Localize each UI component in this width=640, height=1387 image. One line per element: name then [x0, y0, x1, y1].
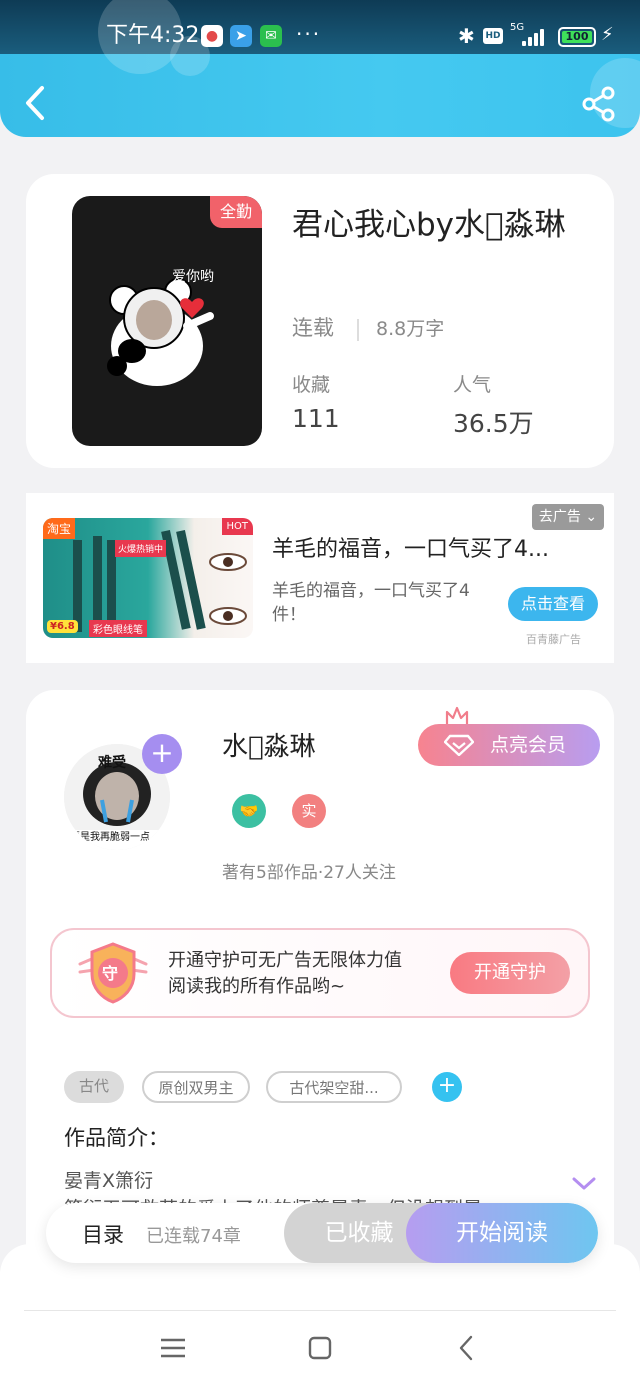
status-bar: 下午4:32 ● ➤ ✉ ··· ✱ HD 5G 100 ⚡	[0, 0, 640, 76]
send-app-icon: ➤	[230, 25, 252, 47]
back-button[interactable]	[18, 80, 54, 126]
author-name: 水𣲖淼琳	[222, 732, 316, 762]
vip-label: 点亮会员	[490, 734, 567, 756]
start-reading-button[interactable]: 开始阅读	[406, 1203, 598, 1263]
ad-title: 羊毛的福音，一口气买了4...	[272, 537, 549, 562]
charging-icon: ⚡	[601, 24, 614, 45]
bluetooth-icon: ✱	[458, 24, 475, 48]
signal-icon	[522, 28, 548, 46]
map-app-icon: ●	[201, 25, 223, 47]
panda-meme-image	[107, 278, 214, 386]
expand-chevron-down-icon[interactable]	[572, 1176, 596, 1192]
popularity-value: 36.5万	[453, 409, 534, 438]
author-works-info: 著有5部作品·27人关注	[222, 863, 396, 883]
menu-icon[interactable]	[158, 1333, 188, 1363]
ad-source: 百青藤广告	[526, 633, 581, 646]
more-notifications-icon: ···	[296, 22, 322, 46]
verified-badge[interactable]: 实	[292, 794, 326, 828]
hd-icon: HD	[483, 28, 503, 44]
follow-author-button[interactable]: +	[142, 734, 182, 774]
battery-icon: 100	[558, 27, 596, 47]
header-bar: 下午4:32 ● ➤ ✉ ··· ✱ HD 5G 100 ⚡	[0, 0, 640, 137]
guard-promo-box: 守 开通守护可无广告无限体力值 阅读我的所有作品哟~ 开通守护	[50, 928, 590, 1018]
bottom-action-bar: 目录 已连载74章 已收藏 开始阅读	[46, 1203, 598, 1263]
ad-banner[interactable]: 淘宝 HOT 火爆热销中 ¥6.8 彩色眼线笔 去广告 ⌄ 羊毛的福音，一口气买…	[26, 493, 614, 663]
ad-caption: 彩色眼线笔	[89, 620, 147, 637]
favorites-value: 111	[292, 404, 340, 433]
diamond-icon	[444, 734, 474, 756]
chevron-down-icon: ⌄	[585, 509, 598, 525]
remove-ad-label: 去广告	[538, 509, 581, 525]
intro-heading: 作品简介：	[64, 1126, 169, 1150]
open-guard-button[interactable]: 开通守护	[450, 952, 570, 994]
battery-level: 100	[562, 31, 592, 43]
tag-original-bl[interactable]: 原创双男主	[142, 1071, 250, 1103]
guard-text-line1: 开通守护可无广告无限体力值	[168, 950, 402, 971]
intro-text-line1: 晏青X箫衍	[64, 1170, 154, 1192]
status-time: 下午4:32	[106, 23, 200, 48]
system-back-icon[interactable]	[452, 1333, 482, 1363]
bottom-panel	[0, 1244, 640, 1387]
avatar-bottom-caption: 要是我再脆弱一点	[70, 832, 150, 843]
ad-image[interactable]: 淘宝 HOT 火爆热销中 ¥6.8 彩色眼线笔	[43, 518, 253, 638]
guard-icon-text: 守	[102, 964, 119, 983]
home-icon[interactable]	[305, 1333, 335, 1363]
divider	[357, 319, 359, 341]
share-button[interactable]	[578, 84, 620, 124]
remove-ad-button[interactable]: 去广告 ⌄	[532, 504, 604, 530]
book-info-card: 爱你哟 全勤 君心我心by水𣲖淼琳 连载 8.8万字 收藏 111 人气 36.…	[26, 174, 614, 468]
system-nav-divider	[24, 1310, 616, 1311]
add-tag-button[interactable]: +	[432, 1072, 462, 1102]
book-cover[interactable]: 爱你哟 全勤	[72, 196, 262, 446]
favorites-label: 收藏	[292, 374, 331, 396]
full-attendance-badge: 全勤	[210, 196, 262, 228]
ad-banner-text: 火爆热销中	[115, 540, 167, 557]
avatar-caption: 难受	[98, 755, 126, 771]
book-status: 连载	[292, 316, 334, 340]
tag-ancient[interactable]: 古代	[64, 1071, 124, 1103]
plus-icon: +	[150, 736, 174, 769]
ad-view-button[interactable]: 点击查看	[508, 587, 598, 621]
table-of-contents-button[interactable]: 目录	[82, 1219, 124, 1249]
word-count: 8.8万字	[376, 318, 445, 340]
book-title: 君心我心by水𣲖淼琳	[292, 207, 566, 243]
handshake-badge-icon[interactable]: 🤝	[232, 794, 266, 828]
share-icon	[582, 86, 615, 122]
guard-promo-text: 开通守护可无广告无限体力值 阅读我的所有作品哟~	[168, 948, 402, 1000]
wechat-icon: ✉	[260, 25, 282, 47]
ad-description: 羊毛的福音，一口气买了4件！	[272, 581, 470, 625]
ad-price-tag: ¥6.8	[47, 620, 78, 633]
tag-ancient-fantasy[interactable]: 古代架空甜...	[266, 1071, 402, 1103]
cover-caption: 爱你哟	[172, 269, 214, 285]
guard-text-line2: 阅读我的所有作品哟~	[168, 976, 346, 997]
chevron-left-icon	[26, 86, 44, 120]
vip-membership-button[interactable]: 点亮会员	[418, 724, 600, 766]
popularity-label: 人气	[453, 374, 492, 396]
chapter-count: 已连载74章	[146, 1226, 241, 1247]
